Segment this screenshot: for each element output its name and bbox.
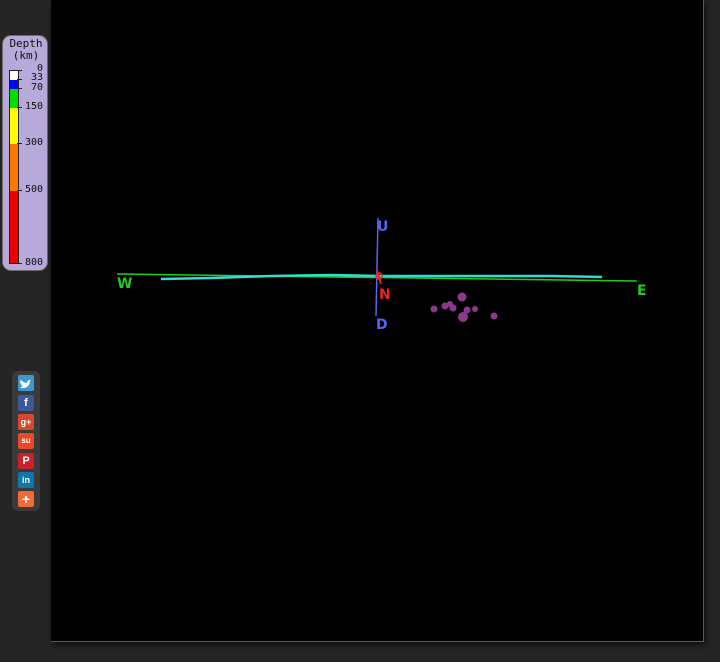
stumbleupon-share-button[interactable]: su — [18, 433, 34, 449]
west-label: W — [117, 276, 132, 292]
earthquake-events — [430, 292, 498, 322]
north-label: N — [379, 287, 391, 303]
depth-band-70-150 — [10, 89, 18, 108]
depth-band-300-500 — [10, 144, 18, 191]
tick-mark-300 — [17, 143, 22, 144]
3d-scene[interactable]: W E U D N — [51, 0, 703, 641]
depth-legend: Depth (km) 0 33 70 150 300 500 800 — [2, 35, 48, 271]
share-toolbar: f g+ su P in + — [12, 371, 40, 511]
east-label: E — [637, 283, 647, 299]
event-sphere[interactable] — [458, 312, 468, 322]
tick-mark-500 — [17, 190, 22, 191]
event-sphere[interactable] — [430, 305, 438, 313]
twitter-icon — [20, 379, 31, 388]
depth-band-150-300 — [10, 108, 18, 144]
tick-label-70: 70 — [30, 82, 43, 93]
stumbleupon-icon: su — [21, 436, 31, 445]
event-sphere[interactable] — [490, 312, 498, 320]
facebook-icon: f — [24, 397, 28, 409]
tick-label-300: 300 — [24, 137, 43, 148]
3d-viewport[interactable]: W E U D N — [51, 0, 704, 642]
linkedin-icon: in — [22, 475, 30, 485]
legend-title-unit: (km) — [12, 49, 40, 62]
pinterest-icon: P — [22, 455, 30, 467]
tick-mark-150 — [17, 107, 22, 108]
depth-color-bar — [9, 70, 19, 264]
down-label: D — [376, 317, 388, 333]
facebook-share-button[interactable]: f — [18, 395, 34, 411]
up-label: U — [377, 219, 388, 235]
tick-mark-800 — [17, 263, 22, 264]
twitter-share-button[interactable] — [18, 375, 34, 391]
google-plus-share-button[interactable]: g+ — [18, 414, 34, 430]
event-sphere[interactable] — [457, 292, 467, 302]
depth-band-500-800 — [10, 191, 18, 263]
event-sphere[interactable] — [449, 304, 457, 312]
tick-mark-0 — [17, 70, 22, 71]
legend-title: Depth (km) — [3, 38, 49, 62]
tick-label-500: 500 — [24, 184, 43, 195]
google-plus-icon: g+ — [20, 417, 32, 427]
tick-label-800: 800 — [24, 257, 43, 268]
pinterest-share-button[interactable]: P — [18, 453, 34, 469]
plus-icon: + — [21, 491, 31, 507]
tick-mark-33 — [17, 79, 22, 80]
linkedin-share-button[interactable]: in — [18, 472, 34, 488]
tick-label-150: 150 — [24, 101, 43, 112]
tick-mark-70 — [17, 88, 22, 89]
more-share-button[interactable]: + — [18, 491, 34, 507]
event-sphere[interactable] — [472, 306, 478, 312]
